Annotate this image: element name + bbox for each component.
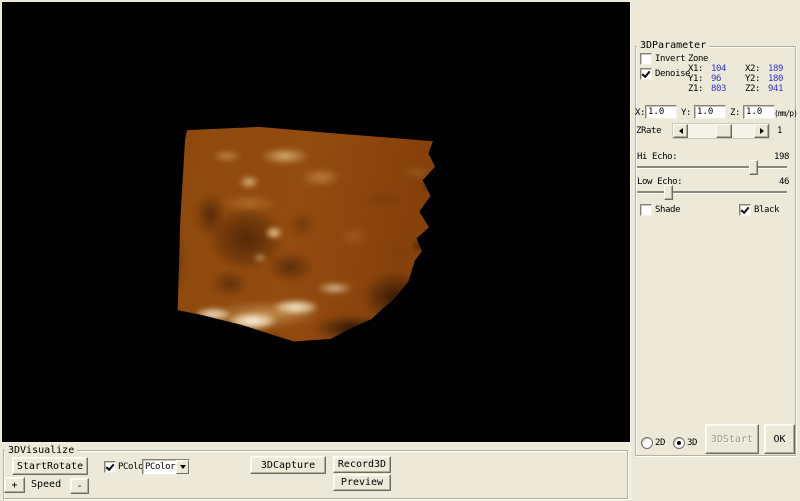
start3d-button[interactable]: 3DStart xyxy=(705,424,759,454)
start-rotate-button[interactable]: StartRotate xyxy=(12,457,88,475)
pcolor-dropdown-button[interactable] xyxy=(176,460,189,474)
low-echo-slider-thumb[interactable] xyxy=(664,185,673,200)
pcolor-dropdown[interactable]: PColor xyxy=(142,459,190,475)
visualize-panel: 3DVisualize StartRotate + Speed - PColor… xyxy=(0,442,630,501)
denoise-label: Denoise xyxy=(655,69,690,80)
zrate-scroll-right-button[interactable] xyxy=(754,124,769,138)
scale-x-label: X: xyxy=(635,108,645,119)
invert-label: Invert xyxy=(655,54,685,65)
parameter-panel: 3DParameter Invert Denoise Zone X1: 104 … xyxy=(630,0,800,500)
zone-z2-value: 941 xyxy=(768,84,783,95)
pcolor-dropdown-value: PColor xyxy=(145,461,175,473)
capture-3d-button[interactable]: 3DCapture xyxy=(250,456,326,474)
arrow-left-icon xyxy=(679,128,683,134)
zone-z1-value: 803 xyxy=(711,84,726,95)
zrate-label: ZRate xyxy=(636,126,661,137)
pcolor-checkbox[interactable] xyxy=(104,461,116,473)
zrate-scroll-thumb[interactable] xyxy=(716,124,732,138)
preview-button[interactable]: Preview xyxy=(333,474,391,491)
ok-button[interactable]: OK xyxy=(764,424,795,454)
mode-3d-label: 3D xyxy=(687,438,697,449)
visualize-group-title: 3DVisualize xyxy=(5,445,77,456)
shade-label: Shade xyxy=(655,205,680,216)
ultrasound-volume-texture xyxy=(169,116,445,352)
zone-z1-label: Z1: xyxy=(688,84,703,95)
record-3d-button[interactable]: Record3D xyxy=(333,456,391,473)
mode-3d-radio[interactable] xyxy=(673,437,685,449)
black-label: Black xyxy=(754,205,779,216)
shade-checkbox[interactable] xyxy=(640,204,652,216)
zrate-scrollbar[interactable] xyxy=(672,123,770,139)
scale-y-label: Y: xyxy=(681,108,691,119)
speed-label: Speed xyxy=(31,479,61,490)
black-checkbox[interactable] xyxy=(739,204,751,216)
mode-2d-radio[interactable] xyxy=(641,437,653,449)
ultrasound-volume xyxy=(175,122,439,346)
denoise-checkbox[interactable] xyxy=(640,68,652,80)
scale-z-input[interactable] xyxy=(743,105,775,119)
parameter-group-title: 3DParameter xyxy=(637,40,709,51)
render-viewport[interactable] xyxy=(2,2,630,442)
speed-minus-button[interactable]: - xyxy=(70,478,89,494)
invert-checkbox[interactable] xyxy=(640,53,652,65)
hi-echo-slider-thumb[interactable] xyxy=(749,160,758,175)
arrow-right-icon xyxy=(760,128,764,134)
zone-z2-label: Z2: xyxy=(745,84,760,95)
chevron-down-icon xyxy=(180,465,186,469)
speed-plus-button[interactable]: + xyxy=(4,477,25,493)
scale-x-input[interactable] xyxy=(645,105,677,119)
scale-unit-label: (mm/p) xyxy=(774,108,797,119)
scale-y-input[interactable] xyxy=(694,105,726,119)
mode-2d-label: 2D xyxy=(655,438,665,449)
zrate-value: 1 xyxy=(777,126,782,137)
scale-z-label: Z: xyxy=(730,108,740,119)
